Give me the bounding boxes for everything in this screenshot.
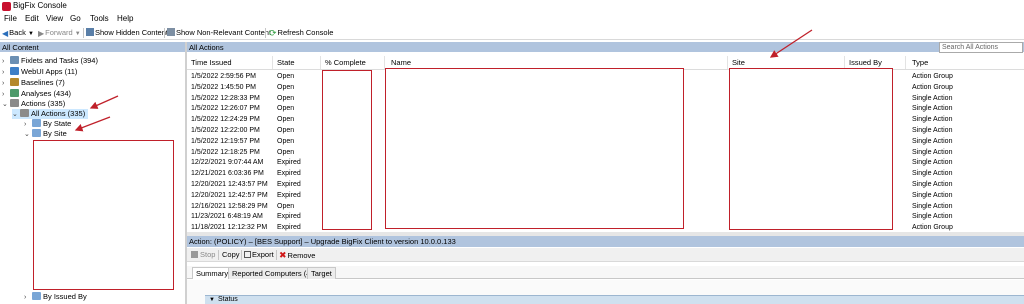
annotation-arrow: [769, 29, 813, 58]
annotation-arrows: [74, 29, 813, 132]
annotation-arrow: [74, 116, 111, 132]
annotation-arrow: [89, 95, 119, 109]
